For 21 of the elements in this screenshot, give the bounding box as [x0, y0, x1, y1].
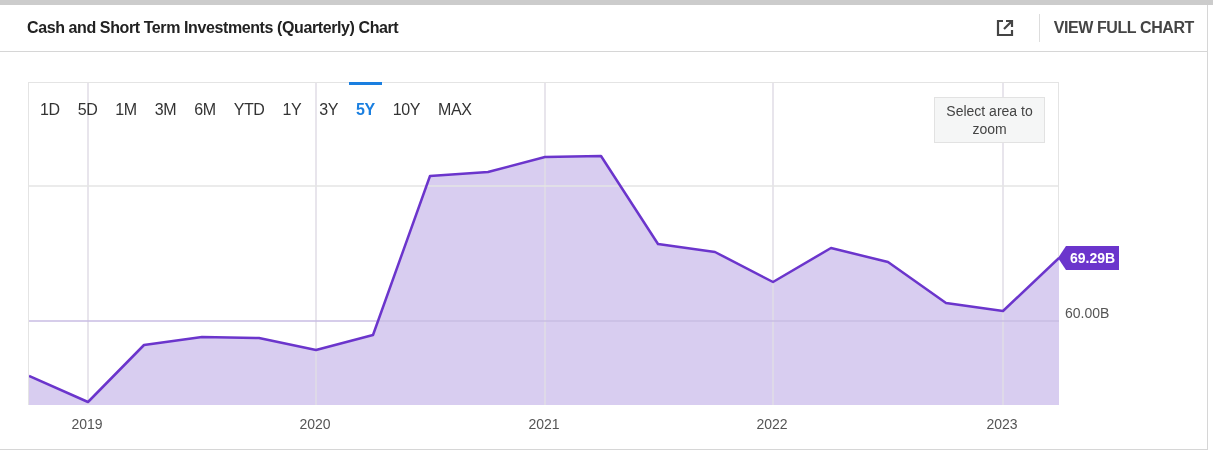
x-axis-label: 2022 — [755, 415, 789, 434]
view-full-chart-link[interactable]: VIEW FULL CHART — [1053, 16, 1194, 40]
y-axis-label: 60.00B — [1065, 304, 1110, 323]
range-tab[interactable]: 3Y — [312, 82, 345, 126]
range-tab[interactable]: 5Y — [349, 82, 382, 126]
x-axis-label: 2020 — [298, 415, 332, 434]
x-axis-label: 2023 — [985, 415, 1019, 434]
range-tab[interactable]: 3M — [147, 82, 184, 126]
range-tab[interactable]: 6M — [187, 82, 223, 126]
range-tab[interactable]: YTD — [226, 82, 272, 126]
range-tab[interactable]: 1M — [108, 82, 144, 126]
x-axis-label: 2021 — [527, 415, 561, 434]
external-link-icon[interactable] — [994, 18, 1015, 38]
range-tab[interactable]: 1Y — [275, 82, 309, 126]
range-tab[interactable]: MAX — [431, 82, 479, 126]
range-tab[interactable]: 5D — [70, 82, 105, 126]
range-tab[interactable]: 1D — [33, 82, 67, 126]
zoom-hint: Select area to zoom — [934, 97, 1045, 143]
x-axis-label: 2019 — [70, 415, 104, 434]
range-tab[interactable]: 10Y — [385, 82, 428, 126]
chart-title: Cash and Short Term Investments (Quarterly) Chart — [27, 18, 399, 38]
